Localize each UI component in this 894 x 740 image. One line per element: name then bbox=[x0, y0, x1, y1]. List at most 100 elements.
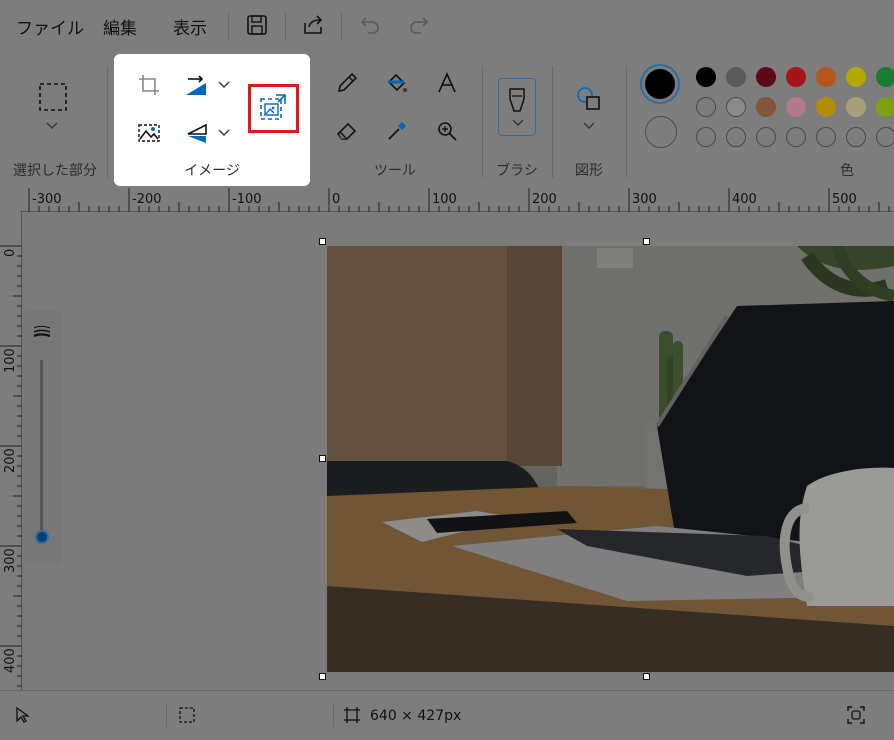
eraser-icon[interactable] bbox=[330, 114, 364, 148]
menu-divider bbox=[285, 12, 286, 40]
resize-handle-top-left[interactable] bbox=[319, 238, 326, 245]
chevron-down-icon[interactable] bbox=[214, 116, 234, 150]
status-divider bbox=[166, 703, 167, 727]
resize-button-highlight bbox=[248, 84, 299, 133]
slider-track bbox=[40, 360, 43, 535]
ruler-label: 0 bbox=[332, 192, 340, 207]
palette-color-brown[interactable] bbox=[756, 97, 776, 117]
ruler-label: 400 bbox=[732, 192, 757, 207]
palette-color-green[interactable] bbox=[876, 67, 894, 87]
ribbon-toolbar: 選択した部分 イメージ ツール ブラシ 図形 色 bbox=[0, 52, 894, 188]
ruler-label: 400 bbox=[3, 648, 18, 673]
menu-bar: ファイル 編集 表示 bbox=[0, 0, 894, 52]
ruler-label: 200 bbox=[532, 192, 557, 207]
brush-size-icon bbox=[32, 324, 52, 340]
status-bar: 640 × 427px bbox=[0, 690, 894, 740]
ruler-label: -200 bbox=[132, 192, 162, 207]
brush-selector[interactable] bbox=[498, 78, 536, 136]
color-picker-icon[interactable] bbox=[380, 114, 414, 148]
palette-custom-empty[interactable] bbox=[786, 127, 806, 147]
palette-custom-empty[interactable] bbox=[756, 127, 776, 147]
colors-group-label: 色 bbox=[840, 163, 854, 179]
undo-icon[interactable] bbox=[357, 12, 383, 38]
brush-icon bbox=[500, 83, 534, 117]
ruler-label: 500 bbox=[832, 192, 857, 207]
ruler-label: -300 bbox=[32, 192, 62, 207]
resize-handle-top[interactable] bbox=[643, 238, 650, 245]
slider-thumb[interactable] bbox=[35, 530, 49, 544]
rotate-icon[interactable] bbox=[180, 68, 214, 102]
palette-custom-empty[interactable] bbox=[696, 127, 716, 147]
ruler-label: 200 bbox=[3, 448, 18, 473]
chevron-down-icon[interactable] bbox=[42, 116, 62, 136]
image-group-label: イメージ bbox=[184, 163, 240, 179]
redo-icon[interactable] bbox=[406, 12, 432, 38]
primary-color-selector[interactable] bbox=[640, 64, 680, 104]
canvas-size-icon bbox=[343, 706, 361, 724]
chevron-down-icon[interactable] bbox=[579, 116, 599, 136]
palette-color-orange[interactable] bbox=[816, 67, 836, 87]
selection-group-label: 選択した部分 bbox=[13, 163, 97, 179]
palette-color-yellow[interactable] bbox=[846, 67, 866, 87]
chevron-down-icon[interactable] bbox=[214, 68, 234, 102]
pencil-icon[interactable] bbox=[330, 66, 364, 100]
crop-icon[interactable] bbox=[132, 68, 166, 102]
selection-tool-icon[interactable] bbox=[36, 80, 70, 114]
ruler-label: 300 bbox=[3, 548, 18, 573]
brush-group-label: ブラシ bbox=[496, 163, 538, 179]
palette-color-dark-red[interactable] bbox=[756, 67, 776, 87]
ruler-label: 100 bbox=[432, 192, 457, 207]
palette-custom-empty[interactable] bbox=[876, 127, 894, 147]
menu-divider bbox=[228, 12, 229, 40]
ruler-label: 0 bbox=[3, 249, 18, 257]
palette-color-pink[interactable] bbox=[786, 97, 806, 117]
palette-color-light-gray[interactable] bbox=[726, 97, 746, 117]
fill-bucket-icon[interactable] bbox=[380, 66, 414, 100]
fit-to-window-icon[interactable] bbox=[846, 705, 866, 725]
primary-color-swatch bbox=[645, 69, 675, 99]
zoom-slider[interactable] bbox=[24, 310, 62, 565]
vertical-ruler: 0 100 200 300 400 bbox=[0, 212, 22, 690]
canvas-size-text: 640 × 427px bbox=[370, 708, 462, 724]
magnifier-icon[interactable] bbox=[430, 114, 464, 148]
ruler-label: -100 bbox=[232, 192, 262, 207]
ribbon-divider bbox=[552, 66, 553, 178]
text-icon[interactable] bbox=[430, 66, 464, 100]
ruler-label: 300 bbox=[632, 192, 657, 207]
share-icon[interactable] bbox=[300, 12, 326, 38]
palette-color-gray[interactable] bbox=[726, 67, 746, 87]
ribbon-divider bbox=[626, 66, 627, 178]
horizontal-ruler: -300 -200 -100 0 100 200 300 400 500 bbox=[20, 188, 894, 212]
ribbon-divider bbox=[107, 66, 108, 178]
ribbon-divider bbox=[482, 66, 483, 178]
image-group-panel: イメージ bbox=[114, 54, 310, 186]
resize-handle-bottom[interactable] bbox=[643, 673, 650, 680]
resize-handle-left[interactable] bbox=[319, 455, 326, 462]
palette-custom-empty[interactable] bbox=[816, 127, 836, 147]
menu-file[interactable]: ファイル bbox=[16, 14, 84, 39]
palette-color-tan[interactable] bbox=[846, 97, 866, 117]
remove-background-icon[interactable] bbox=[132, 116, 166, 150]
tools-group-label: ツール bbox=[374, 163, 416, 179]
palette-custom-empty[interactable] bbox=[846, 127, 866, 147]
resize-handle-bottom-left[interactable] bbox=[319, 673, 326, 680]
cursor-position-icon bbox=[14, 706, 32, 724]
palette-color-gold[interactable] bbox=[816, 97, 836, 117]
palette-custom-empty[interactable] bbox=[726, 127, 746, 147]
laptop-desk-photo bbox=[327, 246, 894, 672]
secondary-color-swatch[interactable] bbox=[645, 116, 677, 148]
palette-color-black[interactable] bbox=[696, 67, 716, 87]
ruler-label: 100 bbox=[3, 348, 18, 373]
palette-color-lime[interactable] bbox=[876, 97, 894, 117]
canvas-image[interactable] bbox=[327, 246, 894, 672]
menu-view[interactable]: 表示 bbox=[173, 14, 207, 39]
save-icon[interactable] bbox=[244, 12, 270, 38]
palette-color-red[interactable] bbox=[786, 67, 806, 87]
shapes-icon[interactable] bbox=[572, 82, 606, 116]
status-divider bbox=[333, 703, 334, 727]
shapes-group-label: 図形 bbox=[575, 163, 603, 179]
palette-color-white[interactable] bbox=[696, 97, 716, 117]
menu-edit[interactable]: 編集 bbox=[103, 14, 137, 39]
flip-icon[interactable] bbox=[180, 116, 214, 150]
menu-divider bbox=[341, 12, 342, 40]
